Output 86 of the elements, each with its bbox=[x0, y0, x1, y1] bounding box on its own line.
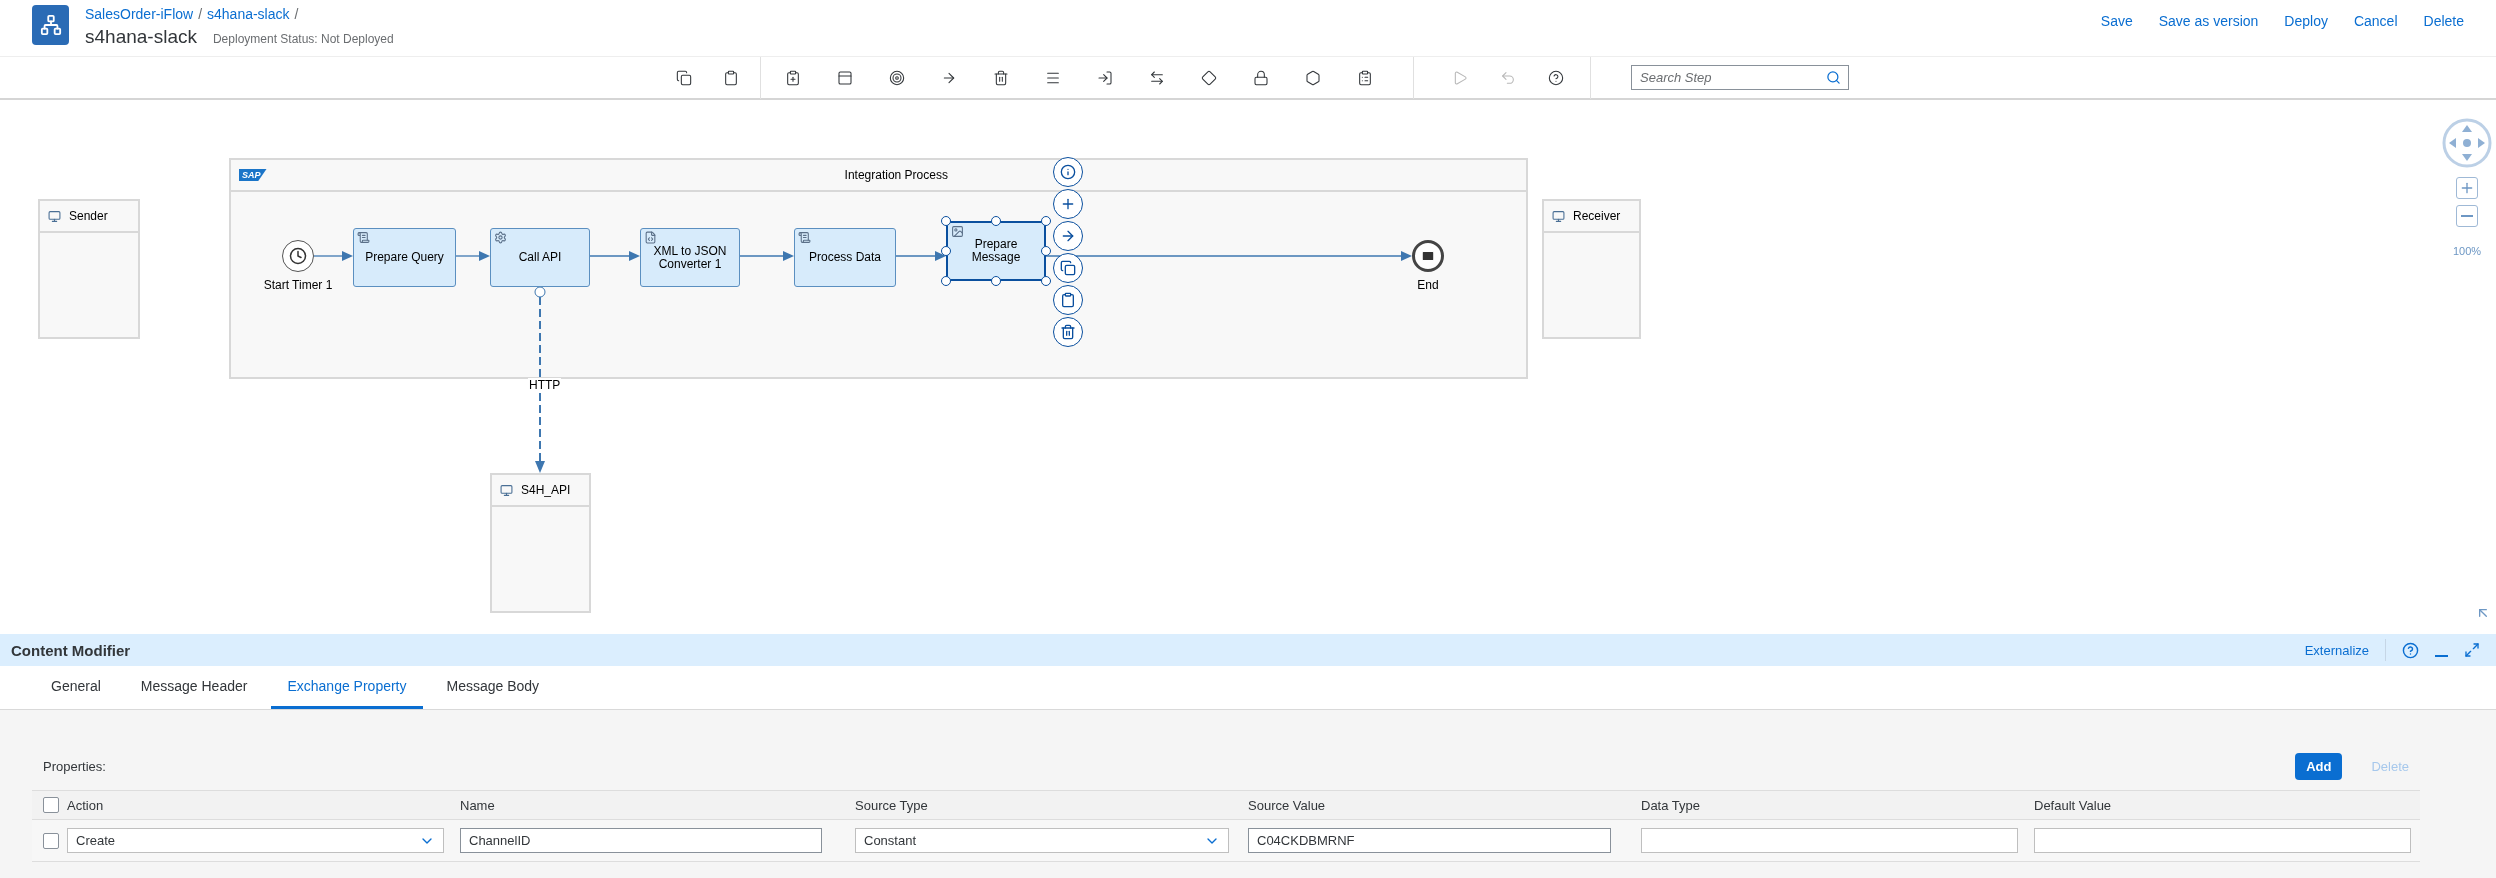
monitor-icon bbox=[500, 483, 513, 497]
table-action-button[interactable]: Add bbox=[2295, 752, 2343, 780]
participant-box[interactable]: S4H_API bbox=[490, 473, 591, 613]
name-input[interactable]: ChannelID bbox=[460, 828, 822, 853]
flow-arrow bbox=[589, 251, 640, 261]
event-label: Start Timer 1 bbox=[263, 278, 333, 292]
breadcrumb-separator: / bbox=[198, 6, 203, 22]
gear-icon bbox=[494, 231, 507, 244]
source-value-input[interactable]: C04CKDBMRNF bbox=[1248, 828, 1611, 853]
participant-box[interactable]: Sender bbox=[38, 199, 140, 339]
maximize-icon bbox=[2464, 642, 2480, 658]
panel-title: Content Modifier bbox=[11, 641, 131, 659]
deployment-status: Deployment Status: Not Deployed bbox=[212, 32, 394, 46]
script-icon bbox=[357, 231, 370, 244]
zoom-level: 100% bbox=[2453, 245, 2482, 257]
network-icon bbox=[39, 14, 62, 36]
column-header: Source Type bbox=[855, 797, 929, 813]
help-button[interactable] bbox=[2402, 641, 2419, 659]
resize-handle[interactable] bbox=[1041, 216, 1051, 226]
zoom-out-button[interactable] bbox=[2456, 205, 2478, 227]
paste-icon bbox=[1060, 292, 1076, 308]
column-header: Data Type bbox=[1641, 797, 1702, 813]
minus-icon bbox=[2461, 215, 2473, 217]
properties-label: Properties: bbox=[43, 758, 106, 774]
action-select[interactable]: Create bbox=[67, 828, 444, 853]
externalize-link[interactable]: Externalize bbox=[2304, 642, 2369, 658]
monitor-icon bbox=[48, 209, 61, 223]
process-title: Integration Process bbox=[844, 168, 948, 182]
row-checkbox[interactable] bbox=[43, 832, 59, 849]
monitor-icon bbox=[1552, 209, 1565, 223]
default-value-input[interactable] bbox=[2034, 828, 2411, 853]
connection-label: HTTP bbox=[528, 378, 562, 392]
resize-handle[interactable] bbox=[991, 216, 1001, 226]
process-step[interactable]: Prepare Query bbox=[353, 228, 456, 287]
file-code-icon bbox=[644, 231, 657, 244]
resize-handle[interactable] bbox=[941, 216, 951, 226]
sap-logo: SAP bbox=[239, 169, 267, 181]
process-step[interactable]: Call API bbox=[490, 228, 590, 287]
search-field[interactable]: Search Step bbox=[1631, 65, 1849, 90]
breadcrumb-separator: / bbox=[294, 6, 299, 22]
column-header: Action bbox=[67, 797, 105, 813]
image-icon bbox=[951, 225, 964, 238]
panel-tab[interactable]: General bbox=[35, 666, 117, 709]
help-icon bbox=[2402, 641, 2419, 659]
select-all-checkbox[interactable] bbox=[43, 797, 59, 813]
breadcrumb-link[interactable]: s4hana-slack bbox=[207, 6, 290, 22]
arrow-right-icon bbox=[1060, 228, 1076, 244]
info-icon bbox=[1060, 164, 1076, 180]
header-action-link[interactable]: Cancel bbox=[2353, 13, 2398, 29]
resize-handle[interactable] bbox=[1041, 246, 1051, 256]
process-step[interactable]: XML to JSON Converter 1 bbox=[640, 228, 740, 287]
script-icon bbox=[798, 231, 811, 244]
delete-icon bbox=[1060, 324, 1076, 340]
resize-handle[interactable] bbox=[941, 246, 951, 256]
panel-tab[interactable]: Message Body bbox=[430, 666, 556, 709]
panel-tab[interactable]: Exchange Property bbox=[271, 666, 423, 709]
event-label: End bbox=[1417, 278, 1439, 292]
source-type-select[interactable]: Constant bbox=[855, 828, 1229, 853]
resize-handle[interactable] bbox=[941, 276, 951, 286]
column-header: Source Value bbox=[1248, 797, 1327, 813]
add-icon bbox=[1060, 196, 1076, 212]
clock-icon bbox=[289, 247, 307, 265]
process-step[interactable]: Prepare Message bbox=[946, 221, 1046, 281]
flow-arrow bbox=[739, 251, 794, 261]
flow-arrow bbox=[895, 251, 946, 261]
copy-icon bbox=[1060, 260, 1076, 276]
breadcrumb-link[interactable]: SalesOrder-iFlow bbox=[85, 6, 194, 22]
panel-tab[interactable]: Message Header bbox=[124, 666, 264, 709]
resize-handle[interactable] bbox=[991, 276, 1001, 286]
flow-arrow bbox=[313, 251, 353, 261]
header-action-link[interactable]: Deploy bbox=[2284, 13, 2328, 29]
header-action-link[interactable]: Delete bbox=[2423, 13, 2464, 29]
flow-arrow bbox=[455, 251, 490, 261]
header-action-link[interactable]: Save as version bbox=[2158, 13, 2259, 29]
column-header: Name bbox=[460, 797, 496, 813]
header-action-link[interactable]: Save bbox=[2100, 13, 2133, 29]
participant-box[interactable]: Receiver bbox=[1542, 199, 1641, 339]
plus-icon bbox=[2459, 180, 2475, 196]
column-header: Default Value bbox=[2034, 797, 2113, 813]
page-title: s4hana-slack bbox=[85, 26, 197, 48]
data-type-input[interactable] bbox=[1641, 828, 2018, 853]
search-icon bbox=[1826, 70, 1841, 85]
minimize-icon bbox=[2435, 655, 2448, 657]
maximize-button[interactable] bbox=[2464, 642, 2480, 658]
process-step[interactable]: Process Data bbox=[794, 228, 896, 287]
resize-handle[interactable] bbox=[1041, 276, 1051, 286]
